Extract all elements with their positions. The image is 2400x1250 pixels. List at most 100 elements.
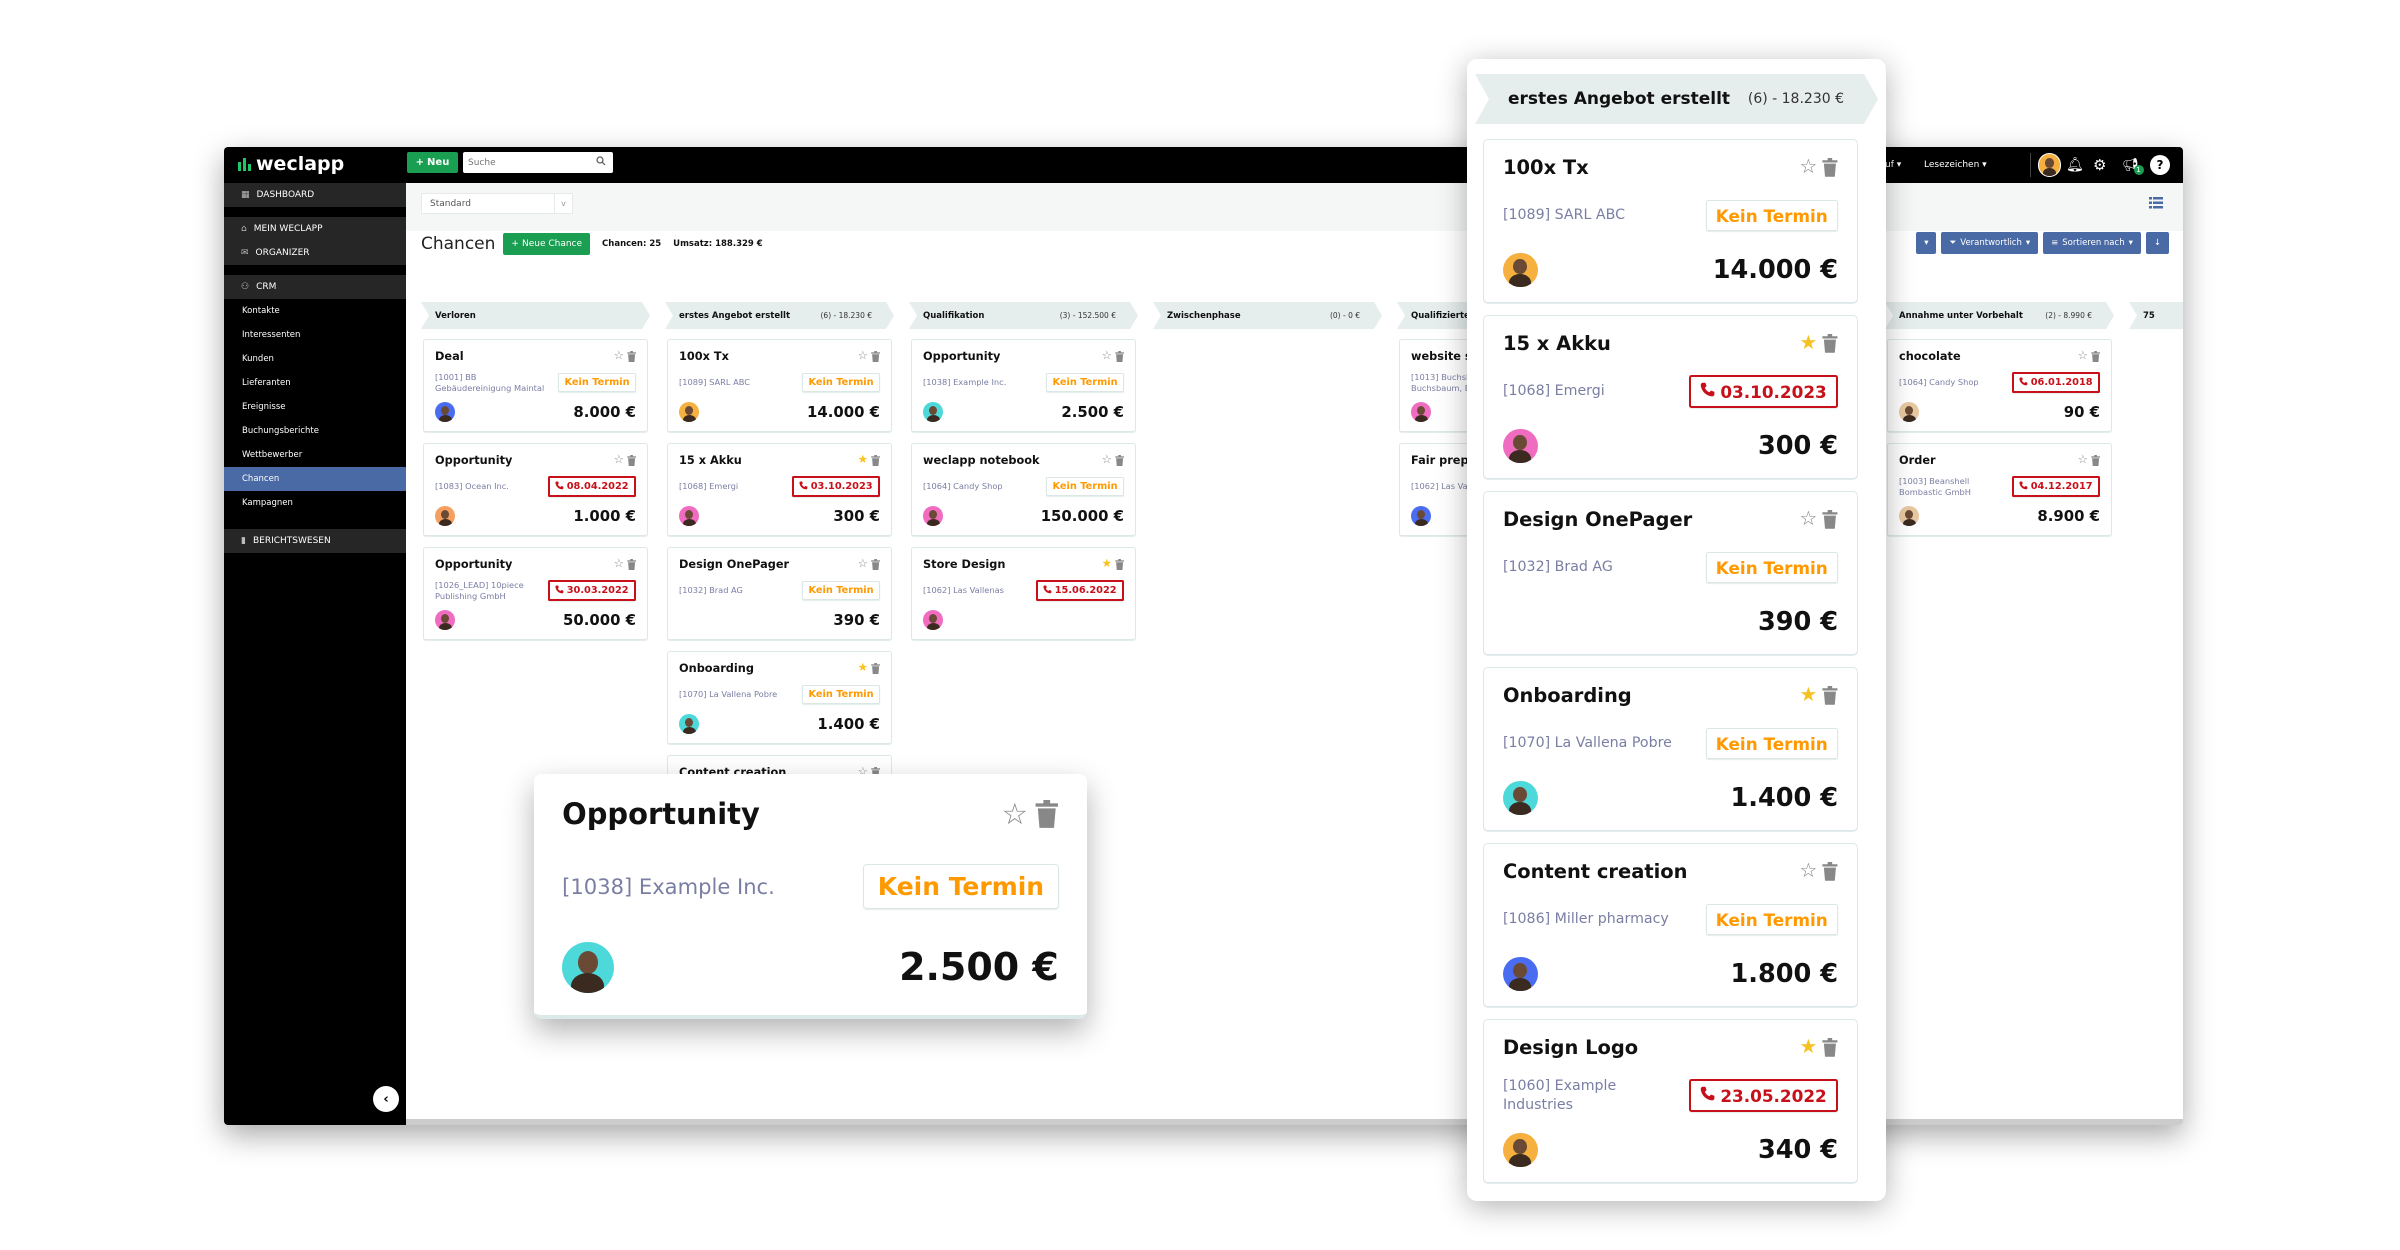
user-avatar[interactable] (2038, 147, 2062, 183)
sidebar-item-buchungsberichte[interactable]: Buchungsberichte (224, 419, 406, 443)
star-filled-icon[interactable]: ★ (1102, 558, 1112, 570)
avatar[interactable] (435, 402, 456, 423)
avatar[interactable] (923, 402, 944, 423)
appointment-button[interactable]: Kein Termin (1705, 199, 1839, 232)
star-icon[interactable]: ☆ (1800, 861, 1818, 881)
appointment-button[interactable]: 04.12.2017 (2011, 476, 2100, 498)
trash-icon[interactable] (626, 350, 636, 362)
bookmarks-menu[interactable]: Lesezeichen ▾ (1924, 147, 1987, 183)
sort-direction-button[interactable]: ↓ (2145, 232, 2169, 254)
trash-icon[interactable] (626, 454, 636, 466)
appointment-button[interactable]: Kein Termin (558, 373, 636, 392)
avatar[interactable] (1502, 1132, 1538, 1168)
filter-dropdown-button[interactable]: ▾ (1916, 232, 1937, 254)
search-input[interactable] (463, 152, 613, 173)
trash-icon[interactable] (1822, 333, 1838, 353)
opportunity-card[interactable]: Opportunity ☆ [1083] Ocean Inc. 08.04.2022 1… (423, 443, 648, 536)
sidebar-item-crm[interactable]: ⚇ CRM (224, 275, 406, 299)
search-icon[interactable] (596, 156, 606, 166)
appointment-button[interactable]: 30.03.2022 (547, 580, 636, 602)
opportunity-card[interactable]: chocolate ☆ [1064] Candy Shop 06.01.2018 90 … (1887, 339, 2112, 432)
star-filled-icon[interactable]: ★ (1800, 333, 1818, 353)
trash-icon[interactable] (1822, 861, 1838, 881)
opportunity-card[interactable]: Design OnePager ☆ [1032] Brad AG Kein Termi… (1483, 491, 1858, 655)
sidebar-item-lieferanten[interactable]: Lieferanten (224, 371, 406, 395)
appointment-button[interactable]: Kein Termin (802, 685, 880, 704)
star-icon[interactable]: ☆ (2078, 454, 2088, 466)
star-icon[interactable]: ☆ (1800, 509, 1818, 529)
appointment-button[interactable]: 03.10.2023 (1688, 374, 1839, 409)
appointment-button[interactable]: 15.06.2022 (1035, 580, 1124, 602)
avatar[interactable] (679, 714, 700, 735)
avatar[interactable] (1502, 780, 1538, 816)
avatar[interactable] (435, 506, 456, 527)
bell-icon[interactable]: 🔔︎ (2066, 147, 2084, 183)
appointment-button[interactable]: Kein Termin (1705, 551, 1839, 584)
star-filled-icon[interactable]: ★ (858, 454, 868, 466)
avatar[interactable] (1502, 252, 1538, 288)
star-icon[interactable]: ☆ (614, 350, 624, 362)
opportunity-card[interactable]: Design OnePager ☆ [1032] Brad AG Kein Termi… (667, 547, 892, 640)
star-icon[interactable]: ☆ (1002, 799, 1028, 829)
avatar[interactable] (1411, 402, 1432, 423)
trash-icon[interactable] (626, 558, 636, 570)
opportunity-card[interactable]: Deal ☆ [1001] BB Gebäudereinigung Maintal K… (423, 339, 648, 432)
trash-icon[interactable] (870, 350, 880, 362)
trash-icon[interactable] (1822, 157, 1838, 177)
opportunity-card[interactable]: Opportunity ☆ [1038] Example Inc. Kein Term… (911, 339, 1136, 432)
star-icon[interactable]: ☆ (2078, 350, 2088, 362)
avatar[interactable] (1411, 506, 1432, 527)
opportunity-card[interactable]: Opportunity ☆ [1038] Example Inc. Kein Term… (534, 774, 1087, 1019)
opportunity-card[interactable]: Design Logo ★ [1060] Example Industries 23.… (1483, 1019, 1858, 1183)
avatar[interactable] (923, 610, 944, 631)
sidebar-item-kontakte[interactable]: Kontakte (224, 299, 406, 323)
avatar[interactable] (435, 610, 456, 631)
sidebar-item-wettbewerber[interactable]: Wettbewerber (224, 443, 406, 467)
appointment-button[interactable]: Kein Termin (1046, 373, 1124, 392)
trash-icon[interactable] (1822, 509, 1838, 529)
sidebar-item-ereignisse[interactable]: Ereignisse (224, 395, 406, 419)
sort-button[interactable]: ≡ Sortieren nach ▾ (2043, 232, 2141, 254)
sidebar-item-chancen[interactable]: Chancen (224, 467, 406, 491)
avatar[interactable] (1502, 956, 1538, 992)
star-icon[interactable]: ☆ (614, 558, 624, 570)
star-icon[interactable]: ☆ (1800, 157, 1818, 177)
opportunity-card[interactable]: 100x Tx ☆ [1089] SARL ABC Kein Termin 14.000… (667, 339, 892, 432)
opportunity-card[interactable]: Store Design ★ [1062] Las Vallenas 15.06.20… (911, 547, 1136, 640)
star-icon[interactable]: ☆ (858, 350, 868, 362)
avatar[interactable] (679, 402, 700, 423)
star-filled-icon[interactable]: ★ (858, 662, 868, 674)
star-icon[interactable]: ☆ (1102, 350, 1112, 362)
appointment-button[interactable]: Kein Termin (863, 863, 1059, 909)
trash-icon[interactable] (1822, 685, 1838, 705)
opportunity-card[interactable]: Onboarding ★ [1070] La Vallena Pobre Kein T… (667, 651, 892, 744)
trash-icon[interactable] (870, 558, 880, 570)
avatar[interactable] (1502, 428, 1538, 464)
sidebar-item-dashboard[interactable]: ▦ DASHBOARD (224, 183, 406, 207)
sidebar-item-interessenten[interactable]: Interessenten (224, 323, 406, 347)
trash-icon[interactable] (1035, 800, 1059, 829)
new-chance-button[interactable]: + Neue Chance (503, 233, 591, 255)
trash-icon[interactable] (1822, 1037, 1838, 1057)
list-view-icon[interactable] (2149, 197, 2163, 209)
avatar[interactable] (1899, 506, 1920, 527)
appointment-button[interactable]: Kein Termin (1705, 727, 1839, 760)
trash-icon[interactable] (2090, 350, 2100, 362)
horizontal-scrollbar[interactable] (406, 1119, 2183, 1125)
trash-icon[interactable] (2090, 454, 2100, 466)
opportunity-card[interactable]: 15 x Akku ★ [1068] Emergi 03.10.2023 300 € (1483, 315, 1858, 479)
sidebar-item-mein-weclapp[interactable]: ⌂ MEIN WECLAPP (224, 217, 406, 241)
collapse-sidebar-button[interactable]: ‹ (373, 1086, 399, 1112)
star-icon[interactable]: ☆ (858, 558, 868, 570)
star-filled-icon[interactable]: ★ (1800, 685, 1818, 705)
view-select[interactable]: Standard v (421, 193, 573, 214)
sidebar-item-kampagnen[interactable]: Kampagnen (224, 491, 406, 515)
star-icon[interactable]: ☆ (614, 454, 624, 466)
weclapp-logo[interactable]: weclapp (238, 153, 344, 175)
opportunity-card[interactable]: Onboarding ★ [1070] La Vallena Pobre Kein T… (1483, 667, 1858, 831)
avatar[interactable] (562, 941, 614, 993)
appointment-button[interactable]: Kein Termin (1046, 477, 1124, 496)
sidebar-item-organizer[interactable]: ✉ ORGANIZER (224, 241, 406, 265)
gear-icon[interactable]: ⚙ (2093, 147, 2106, 183)
sidebar-item-berichtswesen[interactable]: ▮ BERICHTSWESEN (224, 529, 406, 553)
